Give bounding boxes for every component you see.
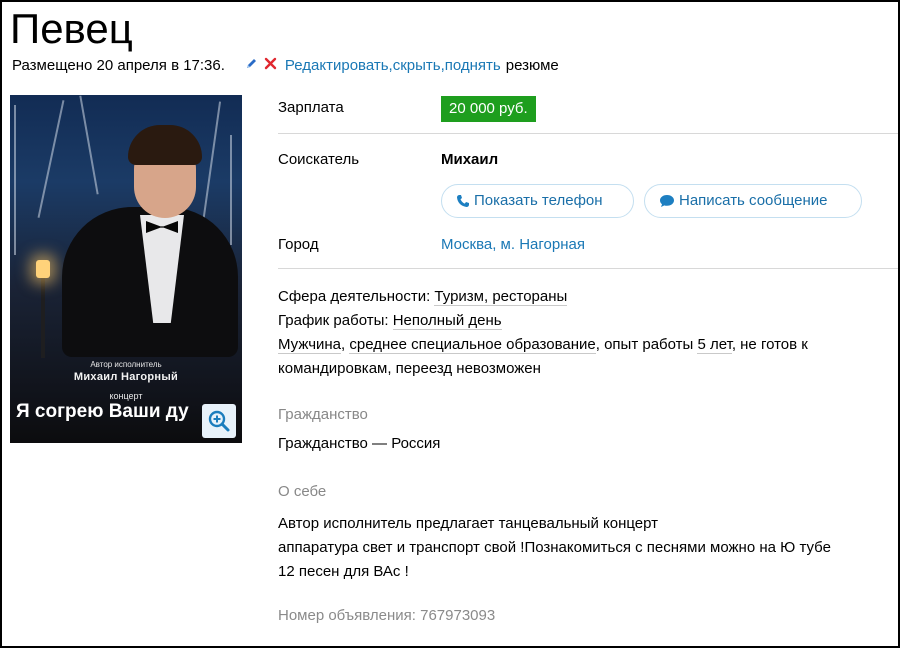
citizenship-value: Гражданство — Россия [278,435,441,452]
about-title: О себе [278,483,327,500]
write-message-label: Написать сообщение [679,192,828,209]
schedule-label: График работы: [278,312,393,329]
resume-details: Сфера деятельности: Туризм, рестораны Гр… [278,285,893,381]
pencil-icon[interactable] [245,57,258,75]
snowy-branch [37,100,65,218]
education-value[interactable]: среднее специальное образование [349,336,596,354]
citizenship-title: Гражданство [278,406,368,423]
city-link[interactable]: Москва, м. Нагорная [441,236,585,254]
edit-link[interactable]: Редактировать [285,57,389,75]
street-lamp [36,260,50,278]
resume-label: резюме [505,57,559,74]
divider [278,133,898,134]
page-title: Певец [10,5,133,52]
listing-meta: Размещено 20 апреля в 17:36. Редактирова… [12,57,559,75]
ad-number: Номер объявления: 767973093 [278,607,496,624]
profile-photo[interactable]: Автор исполнитель Михаил Нагорный концер… [10,95,242,443]
sphere-label: Сфера деятельности: [278,288,435,305]
schedule-row: График работы: Неполный день [278,309,893,333]
profile-summary: Мужчина, среднее специальное образование… [278,333,893,381]
poster-concert-label: концерт [109,391,143,401]
hide-link[interactable]: скрыть [393,57,441,75]
snowy-branch [230,135,232,245]
gender-value[interactable]: Мужчина [278,336,342,354]
salary-label: Зарплата [278,99,344,116]
poster-caption: Автор исполнитель [90,360,162,369]
snowy-branch [14,105,16,255]
experience-label: , опыт работы [595,336,698,353]
about-line: Автор исполнитель предлагает танцевальны… [278,515,659,532]
lamp-post [41,278,45,358]
about-text: Автор исполнитель предлагает танцевальны… [278,512,896,584]
sphere-row: Сфера деятельности: Туризм, рестораны [278,285,893,309]
divider [278,268,898,269]
schedule-value[interactable]: Неполный день [392,312,502,330]
seeker-label: Соискатель [278,151,360,168]
salary-badge: 20 000 руб. [441,96,536,122]
chat-bubble-icon [659,194,675,208]
about-line: аппаратура свет и транспорт свой !Познак… [278,539,831,556]
snowy-branch [200,101,222,231]
write-message-button[interactable]: Написать сообщение [644,184,862,218]
posted-date: Размещено 20 апреля в 17:36. [12,57,225,74]
experience-value[interactable]: 5 лет [697,336,732,354]
zoom-icon[interactable] [202,404,236,438]
about-line: 12 песен для ВАс ! [278,563,409,580]
close-icon[interactable] [264,57,277,75]
show-phone-button[interactable]: Показать телефон [441,184,634,218]
raise-link[interactable]: поднять [445,57,501,75]
poster-artist-name: Михаил Нагорный [73,371,179,383]
phone-icon [456,194,470,208]
show-phone-label: Показать телефон [474,192,603,209]
seeker-name: Михаил [441,151,499,168]
snowy-branch [79,95,99,195]
listing-page: Певец Размещено 20 апреля в 17:36. Редак… [0,0,900,648]
person-hair [128,125,202,165]
sphere-value[interactable]: Туризм, рестораны [434,288,568,306]
city-label: Город [278,236,319,253]
